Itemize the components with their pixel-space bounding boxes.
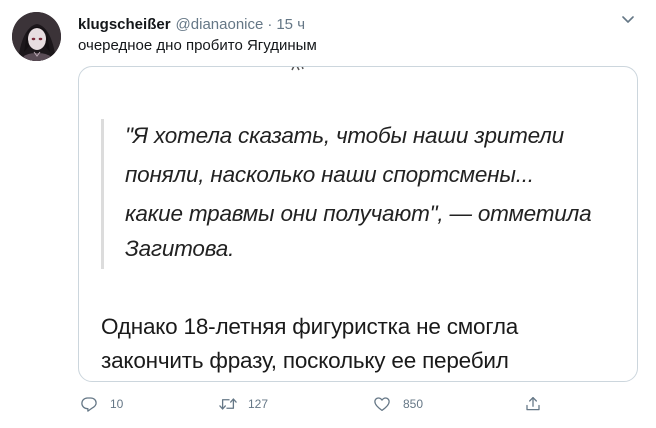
tweet-text: очередное дно пробито Ягудиным [78,37,317,54]
share-icon [526,396,540,411]
tweet[interactable]: klugscheißer @dianaonice · 15 ч очередно… [0,0,656,428]
media-image[interactable]: "Я хотела сказать, чтобы наши зрители по… [78,66,638,382]
quote-line: Загитова. [125,236,235,261]
reply-icon [81,397,97,412]
article-line: закончить фразу, поскольку ее перебил [101,348,509,373]
quote-line: поняли, насколько наши спортсмены... [125,162,534,187]
display-name[interactable]: klugscheißer [78,16,171,33]
reply-count: 10 [110,397,124,411]
retweet-icon [219,398,237,410]
retweet-count: 127 [248,397,269,411]
like-count: 850 [403,397,424,411]
quote-line: какие травмы они получают", — отметила [125,201,592,226]
reply-button[interactable]: 10 [80,392,123,416]
timestamp[interactable]: 15 ч [276,16,305,33]
separator-dot: · [267,15,273,33]
article-line: Однако 18-летняя фигуристка не смогла [101,314,519,339]
retweet-button[interactable]: 127 [218,392,268,416]
tweet-actions: 10 127 850 [78,392,638,416]
avatar[interactable] [12,12,61,61]
cropped-text-fragment [291,67,304,71]
user-handle[interactable]: @dianaonice [176,16,264,33]
tweet-header: klugscheißer @dianaonice · 15 ч [78,14,305,34]
quote-line: "Я хотела сказать, чтобы наши зрители [125,123,564,148]
heart-icon [374,397,390,412]
like-button[interactable]: 850 [373,392,423,416]
share-button[interactable] [524,392,542,416]
chevron-down-icon[interactable] [618,12,638,28]
avatar-image [12,12,61,61]
quote-bar [101,119,104,269]
